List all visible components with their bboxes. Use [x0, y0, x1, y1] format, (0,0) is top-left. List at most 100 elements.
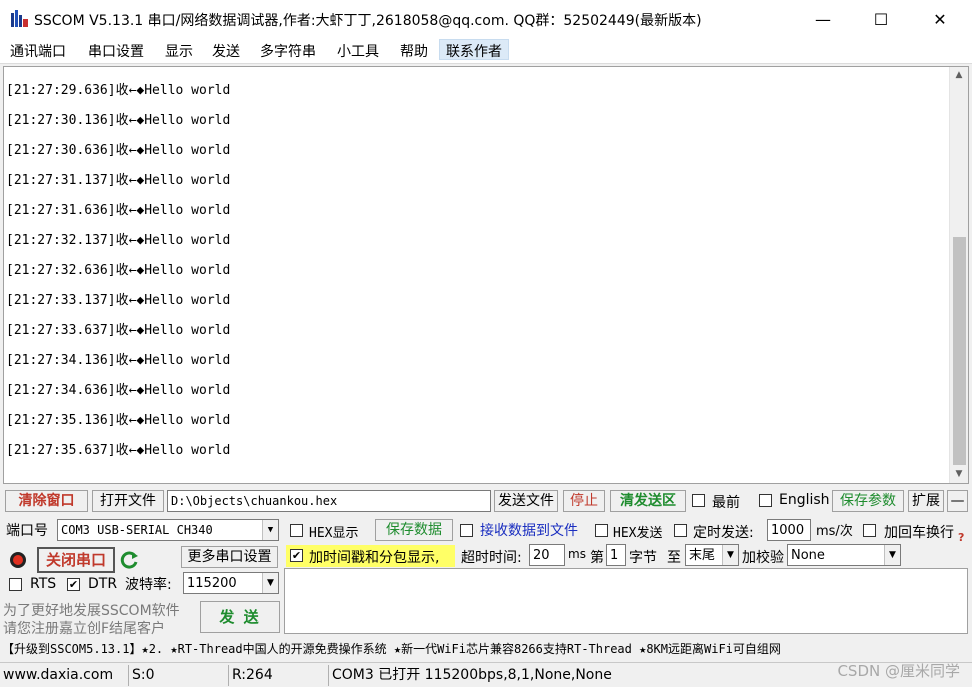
more-serial-settings-button[interactable]: 更多串口设置: [181, 546, 278, 568]
collapse-button[interactable]: —: [947, 490, 968, 512]
minimize-icon: —: [815, 9, 831, 29]
hex-display-checkbox[interactable]: [290, 524, 303, 537]
menu-comm-port[interactable]: 通讯端口: [8, 41, 68, 62]
receive-line: [21:27:30.136]收←◆Hello world: [6, 113, 231, 128]
add-crlf-checkbox[interactable]: [863, 524, 876, 537]
close-button[interactable]: ✕: [917, 0, 963, 38]
end-select[interactable]: 末尾 ▼: [685, 544, 739, 566]
send-file-button[interactable]: 发送文件: [494, 490, 558, 512]
menu-tools[interactable]: 小工具: [335, 41, 381, 62]
status-website[interactable]: www.daxia.com: [0, 665, 126, 686]
receive-scrollbar[interactable]: ▲ ▼: [949, 67, 968, 483]
receive-line: [21:27:31.137]收←◆Hello world: [6, 173, 231, 188]
receive-line: [21:27:35.136]收←◆Hello world: [6, 413, 231, 428]
menu-display[interactable]: 显示: [163, 41, 195, 62]
recv-to-file-checkbox[interactable]: [460, 524, 473, 537]
receive-line: [21:27:33.637]收←◆Hello world: [6, 323, 231, 338]
open-file-button[interactable]: 打开文件: [92, 490, 164, 512]
close-icon: ✕: [933, 9, 947, 29]
file-path-input[interactable]: D:\Objects\chuankou.hex: [167, 490, 491, 512]
baud-value: 115200: [187, 576, 237, 591]
chevron-down-icon: ▼: [884, 545, 900, 565]
minimize-button[interactable]: —: [800, 0, 846, 38]
port-label: 端口号: [6, 523, 48, 539]
port-select[interactable]: COM3 USB-SERIAL CH340 ▼: [57, 519, 279, 541]
add-crlf-label: 加回车换行: [884, 525, 954, 541]
send-button[interactable]: 发 送: [200, 601, 280, 633]
rts-checkbox[interactable]: [9, 578, 22, 591]
receive-line: [21:27:33.137]收←◆Hello world: [6, 293, 231, 308]
port-status-icon: [10, 552, 26, 568]
window-title: SSCOM V5.13.1 串口/网络数据调试器,作者:大虾丁丁,2618058…: [34, 13, 702, 29]
receive-line: [21:27:29.636]收←◆Hello world: [6, 83, 231, 98]
menu-multi-string[interactable]: 多字符串: [258, 41, 318, 62]
menu-contact-author[interactable]: 联系作者: [439, 39, 509, 60]
help-icon[interactable]: ?: [958, 531, 964, 544]
receive-line: [21:27:30.636]收←◆Hello world: [6, 143, 231, 158]
receive-area[interactable]: [21:27:29.636]收←◆Hello world [21:27:30.1…: [3, 66, 969, 484]
maximize-button[interactable]: ☐: [858, 0, 904, 38]
recv-to-file-label[interactable]: 接收数据到文件: [480, 520, 578, 540]
chevron-down-icon: ▼: [262, 520, 278, 540]
byte-input[interactable]: 1: [606, 544, 626, 566]
checksum-value: None: [791, 548, 825, 563]
timestamp-label: 加时间戳和分包显示,: [309, 550, 440, 566]
timestamp-checkbox[interactable]: ✔: [290, 549, 303, 562]
scroll-up-icon[interactable]: ▲: [950, 67, 968, 84]
timed-send-label: 定时发送:: [693, 525, 754, 541]
latest-label: 最前: [712, 495, 740, 511]
clear-send-button[interactable]: 清发送区: [610, 490, 686, 512]
checksum-select[interactable]: None ▼: [787, 544, 901, 566]
receive-line: [21:27:32.137]收←◆Hello world: [6, 233, 231, 248]
clear-window-button[interactable]: 清除窗口: [5, 490, 88, 512]
baud-select[interactable]: 115200 ▼: [183, 572, 279, 594]
scroll-down-icon[interactable]: ▼: [950, 466, 968, 483]
hex-send-label: HEX发送: [613, 526, 663, 541]
promo-line-1: 为了更好地发展SSCOM软件: [3, 603, 180, 619]
maximize-icon: ☐: [873, 9, 889, 29]
save-params-button[interactable]: 保存参数: [832, 490, 904, 512]
menu-serial-settings[interactable]: 串口设置: [86, 41, 146, 62]
stop-button[interactable]: 停止: [563, 490, 605, 512]
interval-input[interactable]: 1000: [767, 519, 811, 541]
news-ticker[interactable]: 【升级到SSCOM5.13.1】★2. ★RT-Thread中国人的开源免费操作…: [2, 638, 970, 660]
status-received-count: R:264: [228, 665, 328, 686]
save-data-button[interactable]: 保存数据: [375, 519, 453, 541]
english-label: English: [779, 492, 830, 508]
expand-button[interactable]: 扩展: [908, 490, 944, 512]
scroll-thumb[interactable]: [953, 237, 966, 465]
title-bar: SSCOM V5.13.1 串口/网络数据调试器,作者:大虾丁丁,2618058…: [0, 0, 972, 38]
byte-prefix-label: 第: [590, 550, 604, 566]
rts-label: RTS: [30, 576, 57, 592]
sscom-app-icon: [11, 10, 28, 27]
english-checkbox[interactable]: [759, 494, 772, 507]
dtr-checkbox[interactable]: ✔: [67, 578, 80, 591]
timeout-label: 超时时间:: [461, 550, 522, 566]
send-textarea[interactable]: [284, 568, 968, 634]
hex-send-checkbox[interactable]: [595, 524, 608, 537]
menu-bar: 通讯端口 串口设置 显示 发送 多字符串 小工具 帮助 联系作者: [0, 38, 972, 64]
baud-label: 波特率:: [125, 577, 172, 593]
close-port-button[interactable]: 关闭串口: [37, 547, 115, 573]
end-value: 末尾: [689, 548, 716, 563]
chevron-down-icon: ▼: [722, 545, 738, 565]
timeout-input[interactable]: 20: [529, 544, 565, 566]
chevron-down-icon: ▼: [262, 573, 278, 593]
timed-send-checkbox[interactable]: [674, 524, 687, 537]
status-port-info: COM3 已打开 115200bps,8,1,None,None: [328, 665, 778, 686]
receive-line: [21:27:35.637]收←◆Hello world: [6, 443, 231, 458]
latest-checkbox[interactable]: [692, 494, 705, 507]
timestamp-option[interactable]: ✔ 加时间戳和分包显示,: [286, 545, 455, 567]
port-value: COM3 USB-SERIAL CH340: [61, 523, 213, 537]
receive-lines: [21:27:29.636]收←◆Hello world [21:27:30.1…: [6, 79, 230, 469]
timeout-unit: ms: [568, 547, 586, 561]
refresh-icon[interactable]: [120, 550, 140, 570]
menu-send[interactable]: 发送: [210, 41, 242, 62]
receive-line: [21:27:34.136]收←◆Hello world: [6, 353, 231, 368]
status-bar: www.daxia.com S:0 R:264 COM3 已打开 115200b…: [0, 662, 972, 687]
hex-display-label: HEX显示: [309, 526, 359, 541]
menu-help[interactable]: 帮助: [398, 41, 430, 62]
receive-line: [21:27:34.636]收←◆Hello world: [6, 383, 231, 398]
status-sent-count: S:0: [128, 665, 228, 686]
byte-label: 字节: [629, 550, 657, 566]
